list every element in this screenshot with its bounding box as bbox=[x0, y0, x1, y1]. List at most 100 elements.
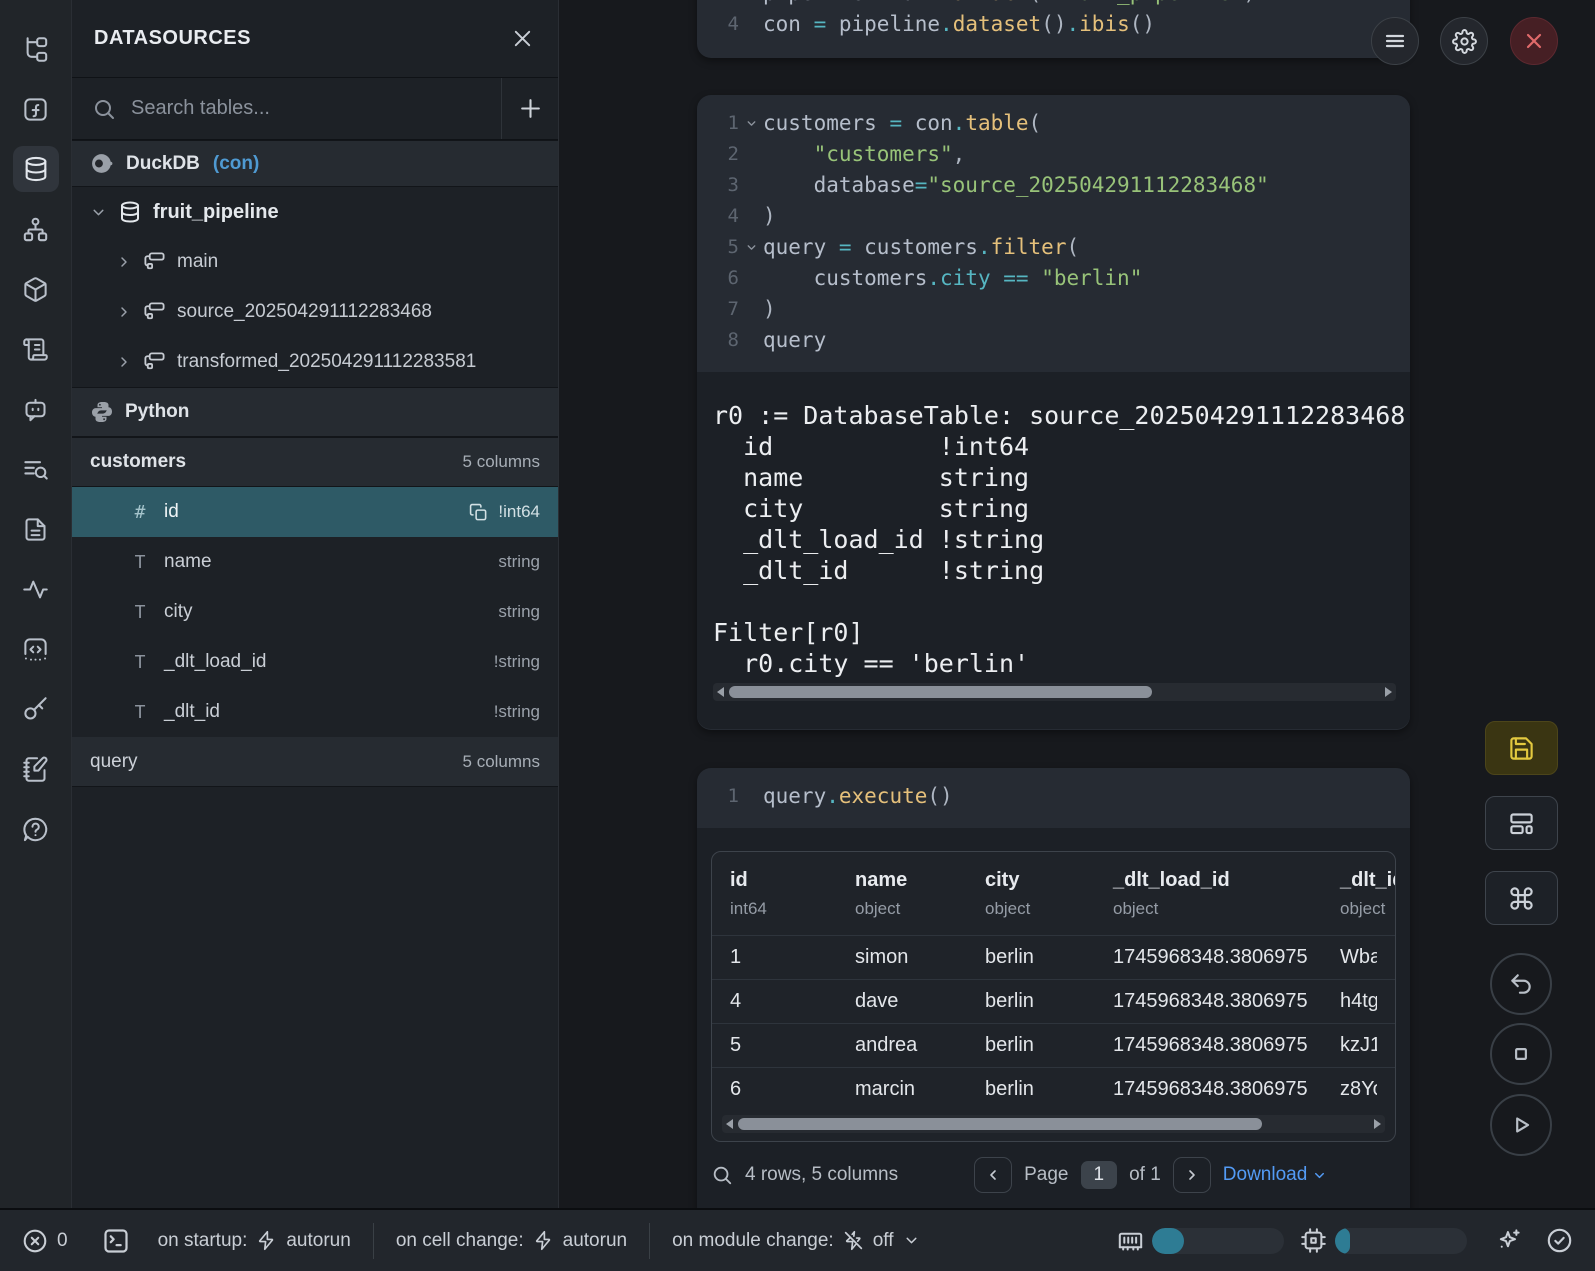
table-column-header[interactable]: _dlt_idobject bbox=[1340, 869, 1396, 919]
on-startup-control[interactable]: on startup: autorun bbox=[158, 1230, 351, 1252]
code-text[interactable]: ) bbox=[763, 294, 776, 325]
search-tables-input[interactable] bbox=[131, 97, 481, 120]
close-panel-button[interactable] bbox=[511, 27, 534, 50]
copy-icon[interactable] bbox=[469, 503, 488, 522]
settings-button[interactable] bbox=[1440, 17, 1488, 65]
schema-row-main[interactable]: main bbox=[72, 237, 558, 287]
code-text[interactable]: con = pipeline.dataset().ibis() bbox=[763, 9, 1155, 40]
rail-item-file-tree[interactable] bbox=[13, 26, 59, 72]
rail-item-secrets[interactable] bbox=[13, 686, 59, 732]
scroll-right-arrow-icon[interactable] bbox=[1385, 687, 1392, 697]
code-text[interactable]: database="source_202504291112283468" bbox=[763, 170, 1269, 201]
horizontal-scrollbar[interactable] bbox=[722, 1115, 1385, 1133]
check-circle-icon bbox=[1546, 1227, 1573, 1254]
memory-icon bbox=[1117, 1227, 1144, 1254]
fold-chevron-icon[interactable] bbox=[739, 232, 763, 263]
download-link[interactable]: Download bbox=[1223, 1164, 1328, 1186]
column-row-city[interactable]: T city string bbox=[72, 587, 558, 637]
column-name: _dlt_load_id bbox=[164, 651, 266, 673]
rail-item-logs[interactable] bbox=[13, 326, 59, 372]
on-startup-value: autorun bbox=[286, 1230, 350, 1252]
code-cell-query[interactable]: 1 customers = con.table( 2 "customers", … bbox=[697, 95, 1410, 730]
code-text[interactable]: customers = con.table( bbox=[763, 108, 1041, 139]
save-notebook-button[interactable] bbox=[1485, 721, 1558, 775]
key-icon bbox=[22, 696, 49, 723]
connection-alias: (con) bbox=[213, 153, 259, 175]
on-module-change-control[interactable]: on module change: off bbox=[672, 1230, 919, 1252]
cpu-usage-meter bbox=[1335, 1228, 1467, 1254]
text-type-icon: T bbox=[130, 652, 150, 673]
code-text[interactable]: query.execute() bbox=[763, 781, 953, 812]
rail-item-variables[interactable] bbox=[13, 566, 59, 612]
table-row: 5andreaberlin1745968348.3806975kzJ1C bbox=[712, 1023, 1395, 1067]
scrollbar-thumb[interactable] bbox=[729, 686, 1152, 698]
rail-item-datasources[interactable] bbox=[13, 146, 59, 192]
code-text[interactable]: query = customers.filter( bbox=[763, 232, 1079, 263]
horizontal-scrollbar[interactable] bbox=[713, 683, 1396, 701]
layout-toggle-button[interactable] bbox=[1485, 796, 1558, 850]
rail-item-scratchpad[interactable] bbox=[13, 746, 59, 792]
rail-item-help[interactable] bbox=[13, 806, 59, 852]
search-box[interactable] bbox=[72, 78, 501, 139]
code-cell-execute[interactable]: 1 query.execute() idint64 nameobject cit… bbox=[697, 768, 1410, 1208]
scrollbar-thumb[interactable] bbox=[738, 1118, 1262, 1130]
rail-item-functions[interactable] bbox=[13, 86, 59, 132]
error-indicator[interactable]: 0 bbox=[22, 1228, 68, 1254]
connection-status-button[interactable] bbox=[1546, 1227, 1573, 1254]
column-type: !int64 bbox=[498, 502, 540, 522]
section-row-python[interactable]: Python bbox=[72, 387, 558, 437]
table-row-query[interactable]: query 5 columns bbox=[72, 737, 558, 787]
prev-page-button[interactable] bbox=[974, 1157, 1012, 1193]
add-datasource-button[interactable] bbox=[501, 78, 558, 139]
code-text[interactable]: "customers", bbox=[763, 139, 965, 170]
table-row: 6marcinberlin1745968348.3806975z8Yo bbox=[712, 1067, 1395, 1111]
fold-chevron-icon[interactable] bbox=[739, 108, 763, 139]
scroll-left-arrow-icon[interactable] bbox=[726, 1119, 733, 1129]
page-label: Page bbox=[1024, 1164, 1068, 1186]
line-number: 1 bbox=[705, 108, 739, 139]
schema-row-transformed[interactable]: transformed_202504291112283581 bbox=[72, 337, 558, 387]
column-row-dlt-id[interactable]: T _dlt_id !string bbox=[72, 687, 558, 737]
code-text[interactable]: customers.city == "berlin" bbox=[763, 263, 1142, 294]
rail-item-dependencies[interactable] bbox=[13, 206, 59, 252]
memory-usage-fill bbox=[1152, 1228, 1184, 1254]
panel-title: DATASOURCES bbox=[94, 27, 511, 50]
search-icon[interactable] bbox=[711, 1164, 733, 1186]
table-column-header[interactable]: nameobject bbox=[855, 869, 985, 919]
rail-item-tracebacks[interactable] bbox=[13, 446, 59, 492]
cell-output: r0 := DatabaseTable: source_202504291112… bbox=[697, 372, 1410, 729]
schema-row-source[interactable]: source_202504291112283468 bbox=[72, 287, 558, 337]
column-row-dlt-load-id[interactable]: T _dlt_load_id !string bbox=[72, 637, 558, 687]
code-text[interactable]: ) bbox=[763, 201, 776, 232]
on-cell-change-control[interactable]: on cell change: autorun bbox=[396, 1230, 627, 1252]
scroll-right-arrow-icon[interactable] bbox=[1374, 1119, 1381, 1129]
column-row-name[interactable]: T name string bbox=[72, 537, 558, 587]
column-row-id[interactable]: # id !int64 bbox=[72, 487, 558, 537]
undo-button[interactable] bbox=[1490, 953, 1552, 1015]
connection-row-duckdb[interactable]: DuckDB (con) bbox=[72, 140, 558, 187]
code-cell-pipeline[interactable]: 3 pipeline = dlt.attach("fruit_pipeline"… bbox=[697, 0, 1410, 58]
table-row-customers[interactable]: customers 5 columns bbox=[72, 437, 558, 487]
command-palette-button[interactable] bbox=[1485, 871, 1558, 925]
run-button[interactable] bbox=[1490, 1094, 1552, 1156]
rail-item-packages[interactable] bbox=[13, 266, 59, 312]
chevron-down-icon bbox=[903, 1232, 920, 1249]
table-column-header[interactable]: idint64 bbox=[730, 869, 855, 919]
memory-usage-meter bbox=[1152, 1228, 1284, 1254]
scroll-left-arrow-icon[interactable] bbox=[717, 687, 724, 697]
ai-assist-button[interactable] bbox=[1495, 1227, 1522, 1254]
rail-item-snippets[interactable] bbox=[13, 626, 59, 672]
shutdown-button[interactable] bbox=[1510, 17, 1558, 65]
terminal-button[interactable] bbox=[102, 1227, 130, 1255]
next-page-button[interactable] bbox=[1173, 1157, 1211, 1193]
zap-icon bbox=[533, 1230, 554, 1251]
stop-button[interactable] bbox=[1490, 1023, 1552, 1085]
code-text[interactable]: pipeline = dlt.attach("fruit_pipeline") bbox=[763, 0, 1256, 9]
notebook-menu-button[interactable] bbox=[1371, 17, 1419, 65]
table-column-header[interactable]: _dlt_load_idobject bbox=[1113, 869, 1340, 919]
table-column-header[interactable]: cityobject bbox=[985, 869, 1113, 919]
database-row-fruit-pipeline[interactable]: fruit_pipeline bbox=[72, 187, 558, 237]
rail-item-documentation[interactable] bbox=[13, 506, 59, 552]
rail-item-ai-chat[interactable] bbox=[13, 386, 59, 432]
code-text[interactable]: query bbox=[763, 325, 826, 356]
